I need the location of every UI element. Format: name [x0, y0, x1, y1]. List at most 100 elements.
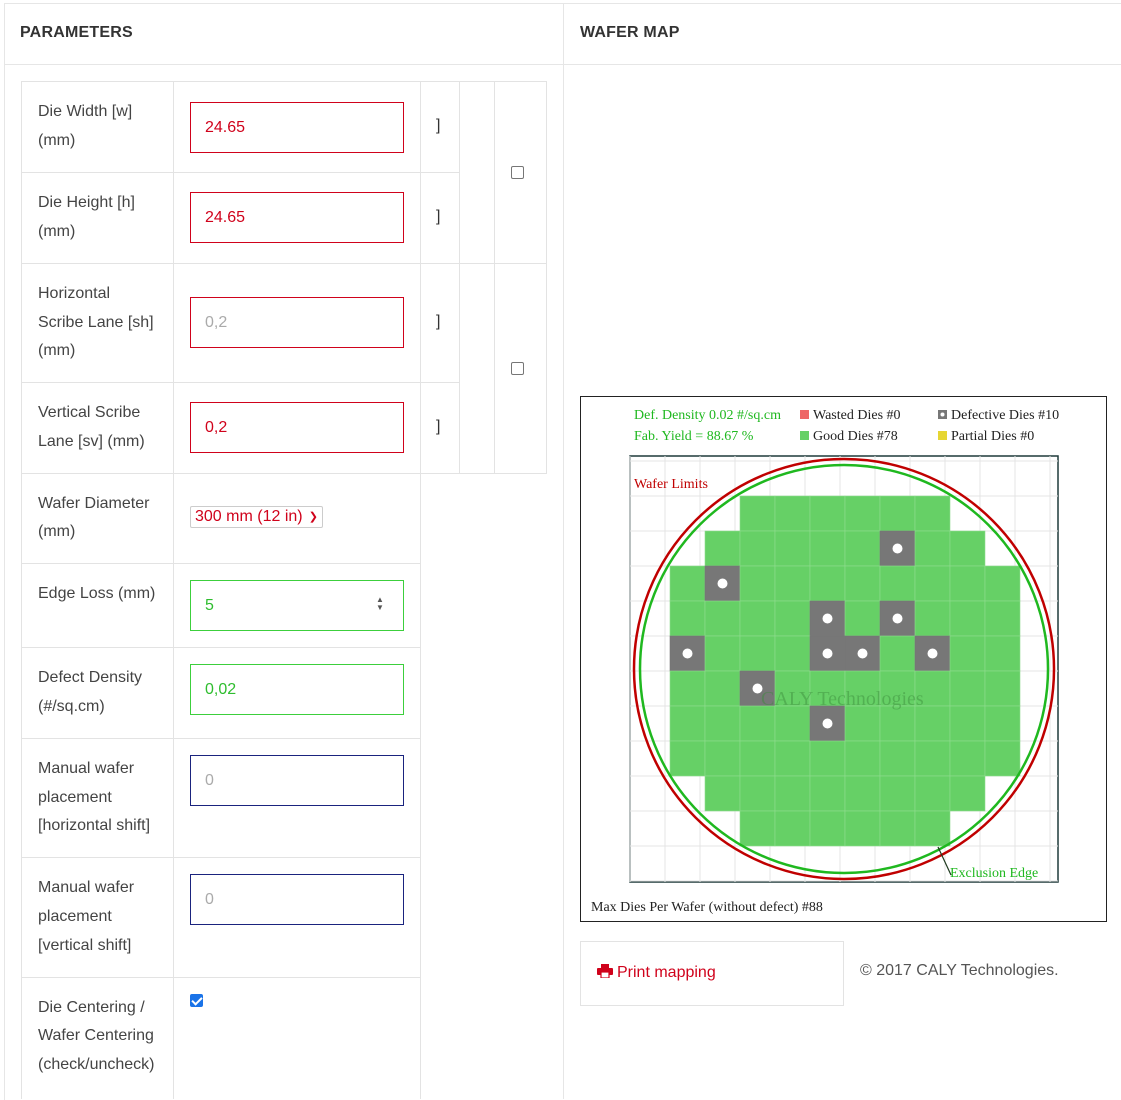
good-die [879, 495, 916, 532]
die-width-unit: (mm) [38, 132, 76, 149]
die-width-label: Die Width [w] [38, 103, 133, 120]
good-die [669, 565, 706, 602]
manual-v-shift-input[interactable] [190, 874, 404, 925]
die-width-input[interactable] [190, 102, 404, 153]
good-die [669, 600, 706, 637]
good-die [774, 705, 811, 742]
good-die [739, 600, 776, 637]
column-divider [563, 3, 564, 1099]
good-die [984, 565, 1021, 602]
good-die [739, 705, 776, 742]
good-die [774, 635, 811, 672]
manual-v-label-2: placement [38, 908, 112, 925]
good-die [774, 775, 811, 812]
good-die [844, 705, 881, 742]
good-die [949, 635, 986, 672]
good-die [774, 565, 811, 602]
good-die [809, 565, 846, 602]
good-die [984, 670, 1021, 707]
good-die [844, 495, 881, 532]
fab-yield-text: Fab. Yield = 88.67 % [634, 429, 754, 444]
defect-density-input[interactable] [190, 664, 404, 715]
printer-icon [597, 964, 613, 979]
edge-loss-input[interactable] [190, 580, 404, 631]
wafer-map-svg: Def. Density 0.02 #/sq.cm Fab. Yield = 8… [591, 408, 1059, 915]
centering-input-cell [173, 977, 421, 1099]
defective-legend-dot [940, 412, 945, 417]
wafer-diameter-unit: (mm) [38, 523, 76, 540]
defect-dot [857, 648, 868, 659]
wafer-diameter-label: Wafer Diameter [38, 495, 150, 512]
wafer-map-header: WAFER MAP [580, 24, 680, 41]
defect-dot [822, 648, 833, 659]
partial-legend-swatch [938, 431, 947, 440]
spacer-cell [459, 263, 495, 474]
spinner-arrows-icon[interactable]: ▲ ▼ [373, 596, 387, 614]
edge-loss-label: Edge Loss (mm) [38, 585, 156, 602]
centering-checkbox[interactable] [190, 994, 203, 1007]
good-die [809, 495, 846, 532]
good-die [844, 565, 881, 602]
manual-v-label-1: Manual wafer [38, 879, 135, 896]
good-die [809, 775, 846, 812]
good-legend-swatch [800, 431, 809, 440]
centering-label-1: Die Centering / [38, 999, 145, 1016]
good-die [704, 740, 741, 777]
good-die [809, 810, 846, 847]
good-die [949, 565, 986, 602]
wasted-legend-swatch [800, 410, 809, 419]
good-die [879, 740, 916, 777]
centering-label-3: (check/uncheck) [38, 1056, 155, 1073]
good-die [914, 775, 951, 812]
good-die [739, 740, 776, 777]
good-die [739, 635, 776, 672]
wasted-legend-label: Wasted Dies #0 [813, 408, 901, 423]
good-die [774, 495, 811, 532]
h-scribe-input[interactable] [190, 297, 404, 348]
good-die [844, 530, 881, 567]
link-scribe-checkbox[interactable] [511, 362, 524, 375]
watermark-text: CALY Technologies [761, 688, 924, 710]
good-die [704, 775, 741, 812]
defect-dot [892, 613, 903, 624]
wafer-diameter-select[interactable]: 300 mm (12 in) ❯ [190, 506, 323, 528]
def-density-text: Def. Density 0.02 #/sq.cm [634, 408, 781, 423]
good-die [984, 705, 1021, 742]
good-die [914, 600, 951, 637]
good-die [704, 635, 741, 672]
good-die [949, 530, 986, 567]
max-dies-text: Max Dies Per Wafer (without defect) #88 [591, 900, 823, 915]
good-die [949, 740, 986, 777]
good-die [739, 495, 776, 532]
print-mapping-link[interactable]: Print mapping [597, 964, 716, 982]
parameters-header: PARAMETERS [20, 24, 133, 41]
good-legend-label: Good Dies #78 [813, 429, 898, 444]
spacer-cell [459, 81, 495, 264]
good-die [914, 565, 951, 602]
good-die [949, 705, 986, 742]
defect-dot [682, 648, 693, 659]
wafer-limits-label: Wafer Limits [634, 477, 708, 492]
die-height-label: Die Height [h] [38, 194, 135, 211]
good-die [809, 740, 846, 777]
manual-v-label-3: [vertical shift] [38, 937, 132, 954]
good-die [949, 670, 986, 707]
good-die [879, 775, 916, 812]
good-die [914, 530, 951, 567]
manual-h-shift-input[interactable] [190, 755, 404, 806]
good-die [774, 600, 811, 637]
partial-legend-label: Partial Dies #0 [951, 429, 1034, 444]
die-height-input[interactable] [190, 192, 404, 243]
good-die [704, 530, 741, 567]
link-dimensions-checkbox[interactable] [511, 166, 524, 179]
good-die [914, 740, 951, 777]
good-die [739, 530, 776, 567]
defect-dot [822, 718, 833, 729]
good-die [669, 670, 706, 707]
manual-h-label-3: [horizontal shift] [38, 817, 151, 834]
v-scribe-label-1: Vertical Scribe [38, 404, 141, 421]
h-scribe-unit: (mm) [38, 342, 76, 359]
v-scribe-input[interactable] [190, 402, 404, 453]
bracket-bottom-glyph: ] [436, 418, 441, 435]
defect-dot [927, 648, 938, 659]
